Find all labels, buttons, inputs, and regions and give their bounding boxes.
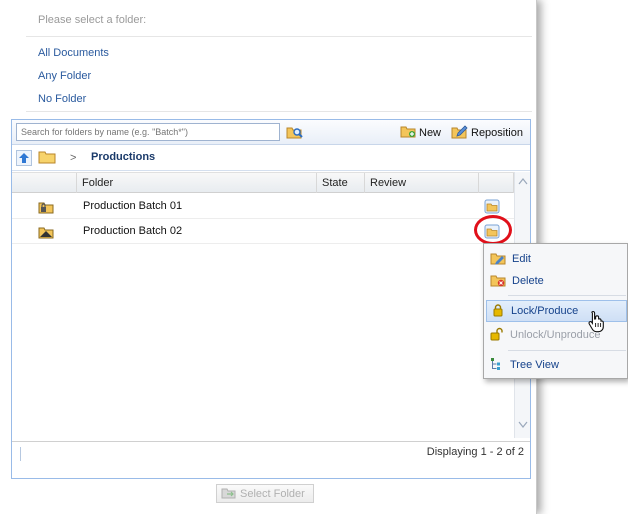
divider — [26, 111, 532, 112]
scroll-up-icon[interactable] — [518, 176, 528, 188]
grid-toolbar: New Reposition — [12, 120, 530, 145]
reposition-icon — [451, 124, 468, 142]
table-row[interactable]: Production Batch 01 — [12, 194, 514, 219]
paging-divider — [20, 447, 21, 461]
breadcrumb-current: Productions — [91, 151, 156, 163]
delete-folder-icon — [490, 273, 506, 290]
breadcrumb: > Productions — [12, 145, 530, 171]
select-folder-label: Select Folder — [240, 487, 305, 500]
menu-item-delete[interactable]: Delete — [486, 270, 627, 292]
any-folder-link[interactable]: Any Folder — [38, 70, 91, 82]
highlight-circle — [474, 215, 512, 245]
reposition-label: Reposition — [471, 126, 523, 139]
no-folder-link[interactable]: No Folder — [38, 93, 86, 105]
select-folder-button[interactable]: Select Folder — [216, 484, 314, 503]
column-header-state[interactable]: State — [317, 173, 365, 193]
paging-status: Displaying 1 - 2 of 2 — [426, 446, 524, 458]
column-header-actions — [479, 173, 514, 193]
menu-item-label: Edit — [512, 253, 531, 265]
column-header-icon — [12, 173, 77, 193]
column-header-review[interactable]: Review — [365, 173, 479, 193]
scroll-down-icon[interactable] — [518, 420, 528, 432]
locked-folder-icon — [38, 200, 54, 217]
new-folder-label: New — [419, 126, 442, 139]
breadcrumb-separator: > — [70, 152, 77, 164]
reposition-button[interactable]: Reposition — [451, 123, 523, 142]
unlock-icon — [490, 327, 504, 344]
produce-folder-icon — [38, 225, 54, 242]
dialog-prompt: Please select a folder: — [38, 14, 147, 26]
menu-item-edit[interactable]: Edit — [486, 248, 627, 270]
paging-bar: Displaying 1 - 2 of 2 — [12, 441, 530, 478]
divider — [26, 36, 532, 37]
new-folder-icon — [400, 124, 416, 141]
folder-search-input[interactable] — [16, 123, 280, 141]
menu-item-label: Unlock/Unproduce — [510, 329, 601, 341]
menu-separator — [508, 295, 626, 296]
new-folder-button[interactable]: New — [400, 123, 441, 142]
hand-cursor-icon — [588, 310, 606, 335]
folder-grid: New Reposition — [11, 119, 531, 479]
context-menu: Edit Delete Lock/Produce Unlock/Unproduc… — [483, 243, 628, 379]
tree-view-icon — [490, 357, 504, 374]
menu-item-label: Lock/Produce — [511, 305, 579, 317]
table-row[interactable]: Production Batch 02 — [12, 219, 514, 244]
select-folder-icon — [221, 486, 236, 502]
folder-name[interactable]: Production Batch 02 — [83, 225, 182, 237]
up-arrow-icon[interactable] — [16, 150, 32, 166]
menu-item-tree-view[interactable]: Tree View — [486, 354, 627, 376]
menu-separator — [508, 350, 626, 351]
all-documents-link[interactable]: All Documents — [38, 47, 109, 59]
grid-header: Folder State Review — [12, 172, 530, 193]
menu-item-label: Tree View — [510, 359, 559, 371]
column-header-folder[interactable]: Folder — [77, 173, 317, 193]
edit-folder-icon — [490, 251, 506, 268]
search-folder-icon[interactable] — [286, 124, 304, 143]
lock-icon — [491, 303, 505, 320]
menu-item-label: Delete — [512, 275, 544, 287]
folder-icon[interactable] — [38, 150, 56, 167]
folder-name[interactable]: Production Batch 01 — [83, 200, 182, 212]
folder-select-dialog: Please select a folder: All Documents An… — [0, 0, 537, 514]
